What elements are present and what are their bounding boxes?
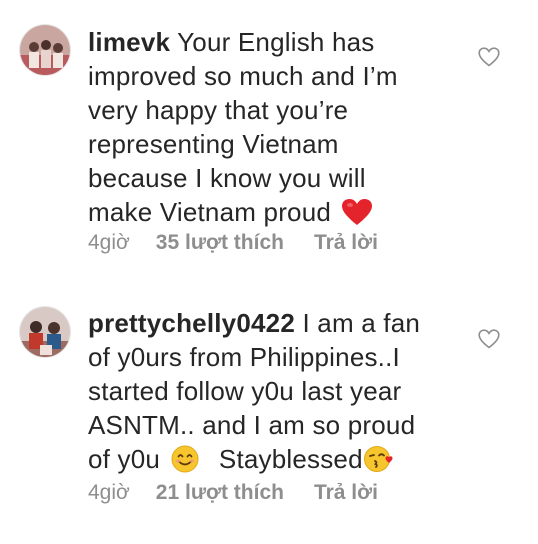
comment-username[interactable]: limevk xyxy=(88,27,170,57)
reply-button[interactable]: Trả lời xyxy=(314,481,378,505)
comment-line: very happy that you’re xyxy=(88,95,349,125)
comment-line: improved so much and I’m xyxy=(88,61,398,91)
comment-meta: 4giờ 35 lượt thích Trả lời xyxy=(88,231,378,255)
comment-line: of y0u xyxy=(88,444,161,474)
comment-line: Your English has xyxy=(177,27,375,57)
face-blowing-kiss-icon xyxy=(363,445,396,481)
comment-line: I am a fan xyxy=(302,308,421,338)
comment-line: representing Vietnam xyxy=(88,129,339,159)
comment-line: Stayblessed xyxy=(218,444,363,474)
reply-button[interactable]: Trả lời xyxy=(314,231,378,255)
like-heart-icon[interactable] xyxy=(478,47,500,67)
like-heart-icon[interactable] xyxy=(478,329,500,349)
smiling-face-icon xyxy=(171,445,199,481)
comment-text: prettychelly0422 I am a fan of y0urs fro… xyxy=(88,306,466,481)
comment-likes-link[interactable]: 21 lượt thích xyxy=(156,481,284,505)
comment-line: because I know you will xyxy=(88,163,366,193)
comment-text: limevk Your English has improved so much… xyxy=(88,25,466,234)
avatar[interactable] xyxy=(19,24,71,76)
comment-likes-link[interactable]: 35 lượt thích xyxy=(156,231,284,255)
red-heart-icon xyxy=(342,199,373,234)
comment-line: ASNTM.. and I am so proud xyxy=(88,410,416,440)
comment-meta: 4giờ 21 lượt thích Trả lời xyxy=(88,481,378,505)
comment-line: of y0urs from Philippines..I xyxy=(88,342,400,372)
comment-line: started follow y0u last year xyxy=(88,376,402,406)
comment-username[interactable]: prettychelly0422 xyxy=(88,308,295,338)
avatar[interactable] xyxy=(19,306,71,358)
comment-time: 4giờ xyxy=(88,231,130,254)
comment-time: 4giờ xyxy=(88,481,130,504)
comment-line: make Vietnam proud xyxy=(88,197,332,227)
